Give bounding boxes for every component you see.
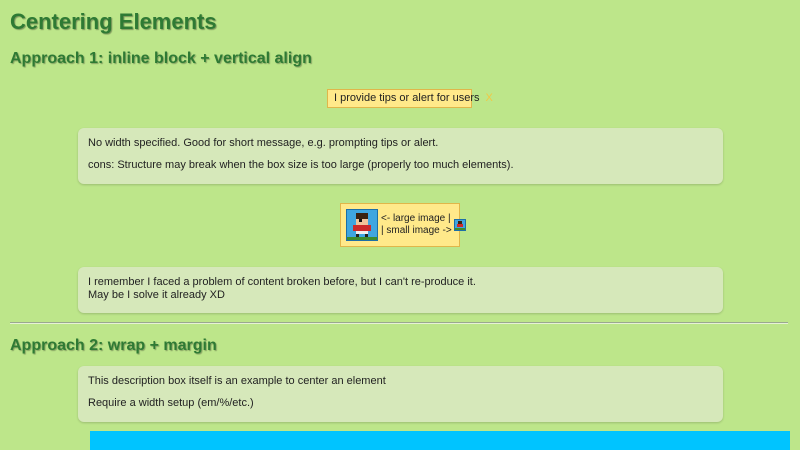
description-box-2: I remember I faced a problem of content … — [78, 267, 723, 313]
tip-text: I provide tips or alert for users — [334, 92, 480, 104]
description-line: I remember I faced a problem of content … — [88, 276, 476, 288]
tip-alert-box: I provide tips or alert for users X — [327, 89, 493, 108]
description-line: Require a width setup (em/%/etc.) — [88, 397, 254, 409]
description-box-1: No width specified. Good for short messa… — [78, 128, 723, 184]
approach2-heading: Approach 2: wrap + margin — [10, 337, 217, 354]
caption-line: <- large image | — [381, 213, 451, 224]
pixel-character-icon — [346, 209, 378, 241]
section-divider — [10, 322, 788, 324]
description-line: May be I solve it already XD — [88, 289, 225, 301]
description-line: This description box itself is an exampl… — [88, 375, 386, 387]
description-line: No width specified. Good for short messa… — [88, 137, 439, 149]
image-caption: <- large image | | small image -> — [381, 213, 452, 237]
page-title: Centering Elements — [10, 9, 217, 34]
close-icon[interactable]: X — [486, 92, 493, 104]
description-line: cons: Structure may break when the box s… — [88, 159, 514, 171]
centered-demo-box — [90, 431, 790, 450]
image-demo-box: <- large image | | small image -> — [340, 203, 466, 247]
caption-line: | small image -> — [381, 225, 452, 236]
pixel-character-small-icon — [453, 219, 466, 231]
description-box-3: This description box itself is an exampl… — [78, 366, 723, 422]
approach1-heading: Approach 1: inline block + vertical alig… — [10, 50, 312, 67]
